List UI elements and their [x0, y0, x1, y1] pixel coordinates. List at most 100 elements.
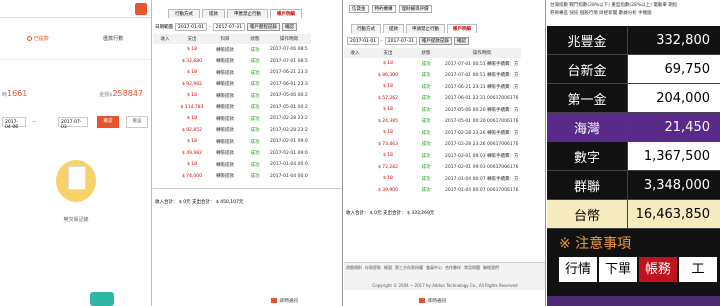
- stock-name: 海灣: [547, 113, 627, 141]
- footer-link[interactable]: 會員中心: [426, 265, 442, 271]
- table-cell: 成功: [421, 188, 431, 194]
- col-time: 操作時間: [442, 48, 522, 58]
- select-loan[interactable]: 信貸金: [349, 5, 369, 13]
- table-row: $ 18 轉帳提款 成功 2017-06-21 23:3: [153, 67, 311, 79]
- history-button[interactable]: 帳戶提款記錄: [418, 37, 452, 45]
- chat-button[interactable]: 即時通訊: [419, 298, 446, 304]
- table-row: $ 18 轉帳提款 成功 2017-01-04 00:0: [153, 159, 311, 171]
- bottom-banner: [547, 296, 720, 306]
- copyright: Copyright © 2004 ~ 2017 by Addon Technol…: [372, 283, 518, 288]
- date-to-input[interactable]: 2017-07-03: [58, 117, 88, 130]
- date-separator: -: [209, 24, 211, 30]
- date-to-input[interactable]: 2017-07-31: [384, 37, 417, 45]
- table-cell: 轉帳提款: [216, 151, 234, 157]
- col-income: 收入: [344, 48, 366, 58]
- stock-row[interactable]: 群聯 3,348,000: [547, 171, 720, 200]
- reset-button[interactable]: 重設: [126, 116, 148, 128]
- footer-link[interactable]: 遊戲規則: [346, 265, 362, 271]
- tab-method[interactable]: 行動方式: [351, 24, 381, 33]
- table-cell: 成功: [421, 165, 431, 171]
- table-row: $ 18 成功 2017-02-28 23:26 轉帳手續費：方: [344, 127, 521, 139]
- table-cell: [153, 171, 177, 183]
- confirm-button[interactable]: 確認: [97, 116, 119, 128]
- table-row: $ 114,783 轉帳提款 成功 2017-05-01 00:2: [153, 102, 311, 114]
- stock-value: 69,750: [627, 55, 720, 83]
- footer-link[interactable]: 合作夥伴: [445, 265, 461, 271]
- table-cell: [344, 81, 366, 93]
- confirm-button[interactable]: 確認: [453, 37, 469, 45]
- top-bar: [0, 0, 151, 18]
- table-cell: [344, 139, 366, 151]
- float-chat-icon[interactable]: [90, 292, 114, 306]
- stock-name: 兆豐金: [547, 26, 627, 54]
- stock-row[interactable]: 海灣 21,450: [547, 113, 720, 142]
- footer-link[interactable]: 第三方存款授權: [395, 265, 423, 271]
- table-cell: [153, 136, 177, 148]
- stock-row[interactable]: 台新金 69,750: [547, 55, 720, 84]
- tab-account-detail[interactable]: 帳戶明細: [447, 24, 477, 33]
- footer-link[interactable]: 常見問題: [464, 265, 480, 271]
- table-cell: $ 86,300: [377, 72, 399, 78]
- col-subject: 科目: [207, 34, 243, 44]
- table-cell: 成功: [250, 47, 260, 53]
- table-cell: [153, 113, 177, 125]
- footer-link[interactable]: 存款提款: [365, 265, 381, 271]
- notice-heading: ※ 注意事項: [547, 229, 720, 254]
- stock-row[interactable]: 第一金 204,000: [547, 84, 720, 113]
- table-row: $ 92,852 轉帳提款 成功 2017-02-28 23:2: [153, 125, 311, 137]
- table-cell: 成功: [250, 105, 260, 111]
- table-cell: $ 18: [382, 61, 394, 67]
- tab-remit-count[interactable]: 匯款行數: [76, 35, 152, 42]
- tab-withdraw[interactable]: 提款: [383, 24, 404, 33]
- date-from-input[interactable]: 2017-04-06: [2, 117, 26, 130]
- footer-link[interactable]: 帳號: [384, 265, 392, 271]
- table-cell: [344, 104, 366, 116]
- col-status: 狀態: [410, 48, 442, 58]
- stock-name: 群聯: [547, 171, 627, 199]
- table-cell: [344, 185, 366, 197]
- table-cell: 2017-05-06 00:20 轉帳手續費：方: [445, 107, 519, 113]
- table-cell: [153, 125, 177, 137]
- date-filter: 2017-01-01 - 2017-07-31 帳戶提款記錄 確認: [344, 33, 545, 45]
- select-rating[interactable]: 理財輔導評價: [398, 5, 432, 13]
- table-cell: 2017-05-06 00:2: [270, 93, 308, 99]
- menu-line-1[interactable]: 台灣指數 戰鬥指數(28%以下) 重型指數(28%以上) 電動車 期指: [550, 2, 717, 10]
- tab-account[interactable]: 帳務: [639, 257, 677, 282]
- date-to-input[interactable]: 2017-07-31: [212, 23, 245, 31]
- tab-ban[interactable]: 申匯禁止行動: [227, 9, 268, 18]
- table-cell: [153, 148, 177, 160]
- table-cell: 2017-07-01 08:5: [270, 58, 308, 64]
- table-row: $ 18 轉帳提款 成功 2017-02-28 23:2: [153, 113, 311, 125]
- tab-tools[interactable]: 工: [679, 257, 717, 282]
- stock-row[interactable]: 兆豐金 332,800: [547, 26, 720, 55]
- footer-link[interactable]: 聯絡我們: [483, 265, 499, 271]
- select-org[interactable]: 特約機構: [371, 5, 396, 13]
- date-separator: -: [381, 38, 383, 44]
- stock-value: 16,463,850: [627, 200, 720, 228]
- date-label: 日期範圍: [155, 25, 173, 30]
- history-button[interactable]: 帳戶歷程記錄: [246, 23, 280, 31]
- menu-line-2[interactable]: 券商專區 快訊 個股行情 財經新聞 數據分析 手機版: [550, 10, 717, 18]
- menu-icon[interactable]: [135, 3, 147, 15]
- tab-withdrawn[interactable]: 已提款: [0, 35, 76, 42]
- tab-label: 匯款行數: [103, 36, 124, 42]
- table-row: $ 18 轉帳提款 成功 2017-05-06 00:2: [153, 90, 311, 102]
- table-row: $ 18 成功 2017-02-01 09:03 轉帳手續費：方: [344, 150, 521, 162]
- tab-withdraw[interactable]: 提款: [202, 9, 225, 18]
- stock-value: 3,348,000: [627, 171, 720, 199]
- tab-ban[interactable]: 申請禁止行動: [406, 24, 445, 33]
- chat-button[interactable]: 即時通訊: [271, 298, 298, 304]
- tab-order[interactable]: 下單: [599, 257, 637, 282]
- date-from-input[interactable]: 2017-01-01: [347, 37, 380, 45]
- tab-account-detail[interactable]: 帳戶明細: [270, 9, 302, 18]
- stock-row[interactable]: 台幣 16,463,850: [547, 200, 720, 229]
- stock-row[interactable]: 數字 1,367,500: [547, 142, 720, 171]
- date-from-input[interactable]: 2017-01-01: [175, 23, 208, 31]
- table-cell: $ 18: [382, 84, 394, 90]
- select-row: 信貸金 特約機構 理財輔導評價: [344, 0, 545, 13]
- amount-summary: 金額$258847: [99, 89, 143, 98]
- tab-quotes[interactable]: 行情: [559, 257, 597, 282]
- empty-state: 無交易記錄: [0, 160, 151, 223]
- tab-method[interactable]: 行動方式: [168, 9, 200, 18]
- confirm-button[interactable]: 確認: [281, 23, 297, 31]
